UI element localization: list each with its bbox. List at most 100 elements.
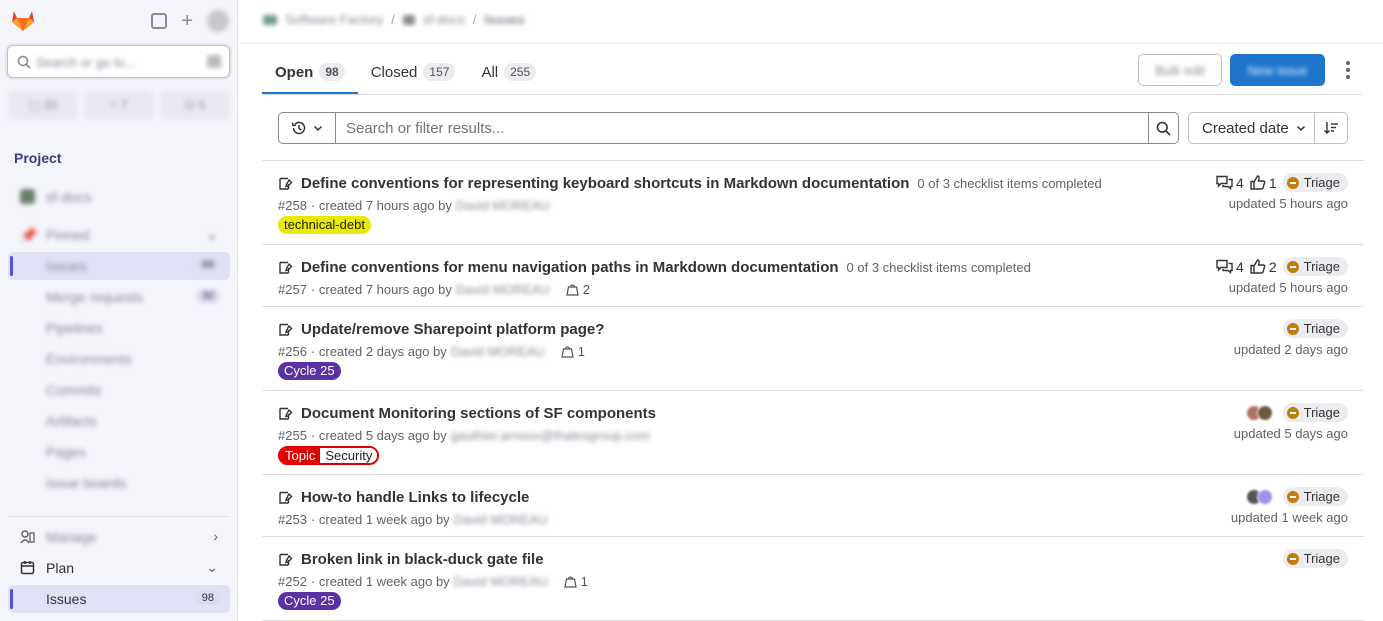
topbar-divider: [239, 43, 1383, 44]
sidebar-item-environments[interactable]: Environments: [8, 345, 230, 373]
issue-title-link[interactable]: Broken link in black-duck gate file: [301, 551, 544, 568]
issue-label[interactable]: technical-debt: [278, 216, 371, 234]
issue-label[interactable]: Cycle 25: [278, 362, 341, 380]
collapse-sidebar-icon[interactable]: [151, 13, 168, 29]
manage-icon: [20, 530, 35, 544]
issue-open-icon: [279, 261, 293, 274]
sidebar-item-plan[interactable]: Plan ⌄: [8, 554, 230, 582]
new-issue-button[interactable]: New issue: [1230, 54, 1325, 86]
issue-updated: updated 5 days ago: [1233, 426, 1348, 441]
user-avatar[interactable]: [207, 10, 229, 32]
main-content: Software Factory / sf-docs / Issues Open…: [239, 0, 1383, 621]
upvotes-count[interactable]: 1: [1250, 175, 1277, 191]
weight-icon: [566, 284, 579, 296]
status-badge[interactable]: Triage: [1282, 487, 1348, 506]
issue-open-icon: [279, 177, 293, 190]
sidebar-item-artifacts[interactable]: Artifacts: [8, 407, 230, 435]
pin-icon: 📌: [20, 227, 38, 243]
comments-icon: [1216, 175, 1233, 190]
sidebar-item-pipelines[interactable]: Pipelines: [8, 314, 230, 342]
weight-icon: [560, 346, 574, 358]
issue-created: · created 7 hours ago by: [310, 282, 452, 297]
issue-reference: #257: [278, 282, 307, 297]
upvotes-count[interactable]: 2: [1250, 259, 1277, 275]
scoped-label[interactable]: Topic Security: [278, 446, 380, 465]
filter-search-input[interactable]: [335, 112, 1149, 144]
issue-author-link[interactable]: gauthier.arnoux@thalesgroup.com: [451, 428, 650, 443]
issue-reference: #256: [278, 344, 307, 359]
sidebar-item-issues[interactable]: Issues 98: [8, 585, 230, 613]
sidebar-search-placeholder: Search or go to...: [36, 55, 136, 70]
project-avatar: [20, 189, 35, 204]
tab-closed[interactable]: Closed 157: [358, 50, 469, 94]
sidebar-item-pinned-issues[interactable]: Issues 98: [8, 252, 230, 280]
gitlab-logo-icon[interactable]: [10, 8, 36, 32]
issue-title-link[interactable]: Define conventions for menu navigation p…: [301, 259, 839, 276]
status-badge[interactable]: Triage: [1282, 549, 1348, 568]
issue-author-link[interactable]: David MOREAU: [456, 198, 550, 213]
assignee-avatars[interactable]: [1245, 488, 1273, 505]
issue-created: · created 5 days ago by: [310, 428, 447, 443]
sidebar-pinned-section[interactable]: 📌 Pinned ⌄: [8, 221, 230, 249]
sidebar-top: +: [8, 8, 229, 34]
comments-count[interactable]: 4: [1216, 175, 1244, 191]
todos-count[interactable]: ☑ 5: [160, 90, 230, 120]
sort-direction-button[interactable]: [1315, 112, 1348, 144]
merge-requests-count[interactable]: ⑂ 7: [84, 90, 154, 120]
issue-author-link[interactable]: David MOREAU: [451, 344, 545, 359]
sidebar: + Search or go to... ▢ 20 ⑂ 7 ☑ 5 Projec…: [0, 0, 238, 621]
more-actions-icon[interactable]: [1342, 58, 1354, 82]
issue-reference: #253: [278, 512, 307, 527]
bulk-edit-button[interactable]: Bulk edit: [1138, 54, 1222, 86]
tab-all[interactable]: All 255: [468, 50, 549, 94]
sidebar-search[interactable]: Search or go to...: [7, 45, 230, 78]
recent-searches-button[interactable]: [278, 112, 335, 144]
keyboard-shortcut-icon: [207, 55, 221, 68]
scoped-label-key: Topic: [280, 448, 321, 463]
tab-count: 157: [423, 63, 456, 81]
status-badge[interactable]: Triage: [1282, 319, 1348, 338]
comments-icon: [1216, 259, 1233, 274]
breadcrumb-project[interactable]: sf-docs: [423, 12, 465, 27]
issue-author-link[interactable]: David MOREAU: [456, 282, 550, 297]
issue-title-link[interactable]: How-to handle Links to lifecycle: [301, 489, 529, 506]
issue-row: Document Monitoring sections of SF compo…: [262, 391, 1364, 475]
assignee-avatars[interactable]: [1245, 404, 1273, 421]
assigned-issues-count[interactable]: ▢ 20: [8, 90, 78, 120]
breadcrumb-group[interactable]: Software Factory: [285, 12, 383, 27]
issue-reference: #252: [278, 574, 307, 589]
breadcrumb-current[interactable]: Issues: [484, 12, 524, 27]
issue-open-icon: [279, 553, 293, 566]
sort-dropdown[interactable]: Created date: [1188, 112, 1315, 144]
sidebar-item-manage[interactable]: Manage ›: [8, 523, 230, 551]
tabs-divider: [262, 94, 1363, 95]
issue-row: Define conventions for representing keyb…: [262, 161, 1364, 245]
status-triage-icon: [1286, 490, 1299, 503]
thumbs-up-icon: [1250, 259, 1266, 274]
issue-reference: #258: [278, 198, 307, 213]
comments-count[interactable]: 4: [1216, 259, 1244, 275]
issue-title-link[interactable]: Document Monitoring sections of SF compo…: [301, 405, 656, 422]
sidebar-project-item[interactable]: sf-docs: [8, 183, 230, 211]
sidebar-item-issue-boards[interactable]: Issue boards: [8, 469, 230, 497]
issue-created: · created 1 week ago by: [310, 512, 450, 527]
issue-title-link[interactable]: Define conventions for representing keyb…: [301, 175, 909, 192]
issue-label[interactable]: Cycle 25: [278, 592, 341, 610]
status-triage-icon: [1286, 406, 1299, 419]
issue-author-link[interactable]: David MOREAU: [454, 574, 548, 589]
filter-bar: [278, 112, 1179, 144]
issue-title-link[interactable]: Update/remove Sharepoint platform page?: [301, 321, 604, 338]
sidebar-item-pages[interactable]: Pages: [8, 438, 230, 466]
group-avatar: [263, 14, 277, 25]
sidebar-item-merge-requests[interactable]: Merge requests 30: [8, 283, 230, 311]
status-badge[interactable]: Triage: [1282, 173, 1348, 192]
tab-open[interactable]: Open 98: [262, 50, 358, 94]
create-new-icon[interactable]: +: [181, 11, 193, 31]
status-badge[interactable]: Triage: [1282, 257, 1348, 276]
search-button[interactable]: [1149, 112, 1179, 144]
status-badge[interactable]: Triage: [1282, 403, 1348, 422]
plan-icon: [20, 561, 35, 575]
issue-author-link[interactable]: David MOREAU: [454, 512, 548, 527]
tab-count: 255: [504, 63, 537, 81]
sidebar-item-commits[interactable]: Commits: [8, 376, 230, 404]
